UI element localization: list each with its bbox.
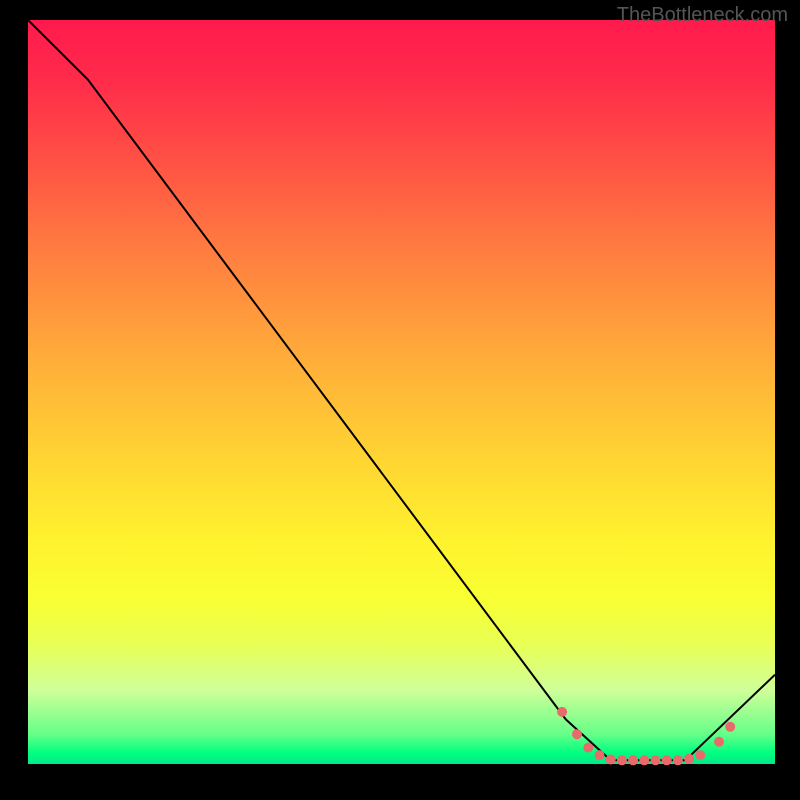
marker-dot <box>673 755 683 765</box>
marker-dot <box>662 755 672 765</box>
marker-dot <box>557 707 567 717</box>
marker-dot <box>583 743 593 753</box>
marker-dot <box>606 755 616 765</box>
marker-dot <box>639 755 649 765</box>
marker-dot <box>684 754 694 764</box>
chart-line <box>28 20 775 760</box>
marker-dot <box>617 755 627 765</box>
marker-dot <box>595 750 605 760</box>
marker-dot <box>695 750 705 760</box>
watermark-text: TheBottleneck.com <box>617 4 788 27</box>
marker-dot <box>572 729 582 739</box>
marker-dot <box>651 755 661 765</box>
marker-dot <box>725 722 735 732</box>
marker-dot <box>628 755 638 765</box>
marker-dot <box>714 737 724 747</box>
chart-plot-area <box>28 20 775 764</box>
chart-svg <box>28 20 775 764</box>
